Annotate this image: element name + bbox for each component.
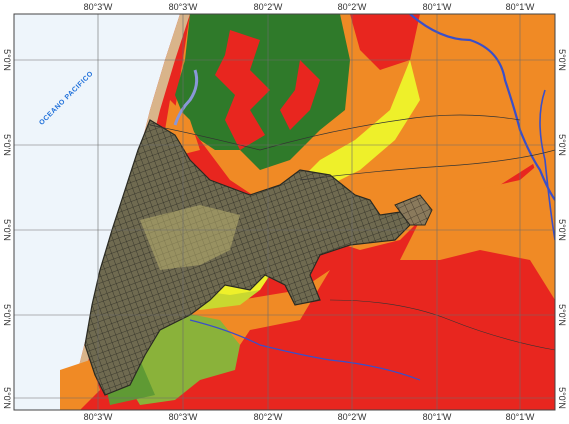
- lat-tick-right-5: 5°0'N: [557, 387, 567, 409]
- lon-tick-bottom-6: 80°1'W: [505, 412, 535, 422]
- lat-tick-left-1: 5°0'N: [2, 49, 12, 71]
- lat-tick-left-3: 5°0'N: [2, 219, 12, 241]
- lon-tick-bottom-3: 80°2'W: [253, 412, 283, 422]
- lon-tick-top-2: 80°3'W: [168, 2, 198, 12]
- lon-tick-bottom-1: 80°3'W: [83, 412, 113, 422]
- lat-tick-left-2: 5°0'N: [2, 134, 12, 156]
- lon-tick-bottom-5: 80°1'W: [422, 412, 452, 422]
- lon-tick-top-1: 80°3'W: [83, 2, 113, 12]
- lon-tick-bottom-2: 80°3'W: [168, 412, 198, 422]
- lon-tick-top-4: 80°2'W: [337, 2, 367, 12]
- map-frame: OCEANO PACIFICO 80°3'W 80°3'W 80°2'W 80°…: [0, 0, 569, 424]
- lat-tick-right-2: 5°0'N: [557, 134, 567, 156]
- map-canvas[interactable]: [0, 0, 569, 424]
- lon-tick-top-6: 80°1'W: [505, 2, 535, 12]
- lat-tick-right-1: 5°0'N: [557, 49, 567, 71]
- lat-tick-left-5: 5°0'N: [2, 387, 12, 409]
- lat-tick-right-3: 5°0'N: [557, 219, 567, 241]
- lat-tick-left-4: 5°0'N: [2, 304, 12, 326]
- lon-tick-bottom-4: 80°2'W: [337, 412, 367, 422]
- lon-tick-top-5: 80°1'W: [422, 2, 452, 12]
- lon-tick-top-3: 80°2'W: [253, 2, 283, 12]
- lat-tick-right-4: 5°0'N: [557, 304, 567, 326]
